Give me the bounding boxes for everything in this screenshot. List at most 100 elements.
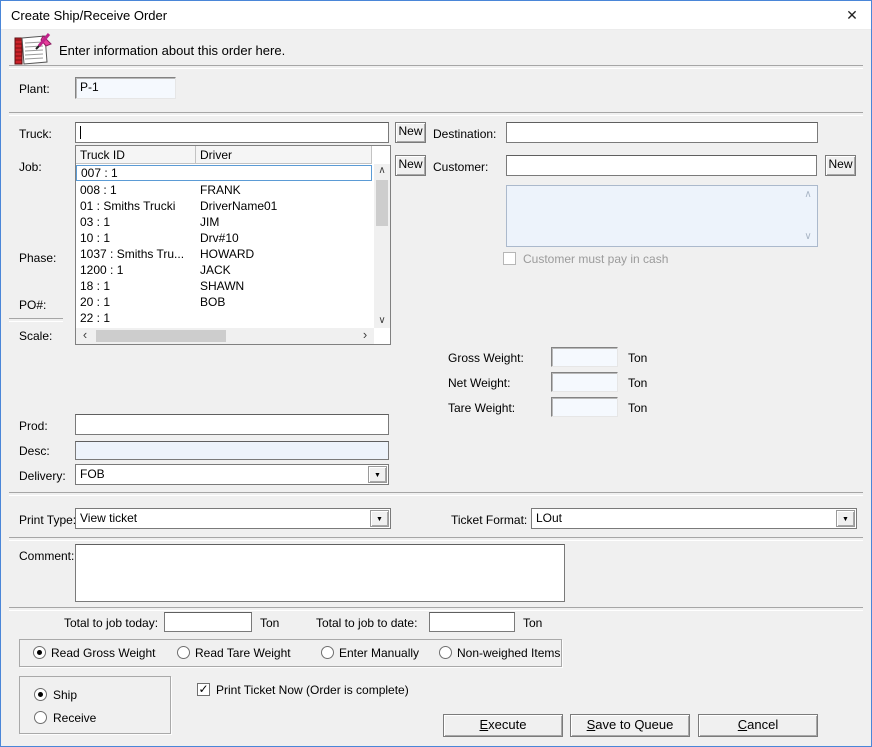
execute-button[interactable]: Execute — [443, 714, 563, 737]
customer-info-box: ∧ ∨ — [506, 185, 818, 247]
pay-cash-label: Customer must pay in cash — [523, 252, 668, 266]
scroll-up-icon[interactable]: ∧ — [374, 164, 390, 178]
print-ticket-now-checkbox[interactable]: ✓ — [197, 683, 210, 696]
ship-label: Ship — [53, 688, 77, 702]
truck-dropdown-list: Truck ID Driver 007 : 1 008 : 1FRANK 01 … — [75, 145, 391, 345]
plant-field[interactable]: P-1 — [75, 77, 176, 99]
separator — [9, 65, 863, 69]
print-ticket-now-label: Print Ticket Now (Order is complete) — [216, 683, 409, 697]
table-row[interactable]: 10 : 1Drv#10 — [76, 230, 372, 246]
column-header-truck-id[interactable]: Truck ID — [76, 146, 196, 164]
horizontal-scrollbar[interactable]: ‹ › — [76, 328, 374, 344]
table-row[interactable]: 008 : 1FRANK — [76, 182, 372, 198]
delivery-value: FOB — [80, 467, 368, 481]
prod-input[interactable] — [75, 414, 389, 435]
window-title: Create Ship/Receive Order — [11, 8, 167, 23]
delivery-label: Delivery: — [19, 469, 66, 483]
scale-label: Scale: — [19, 329, 52, 343]
table-row[interactable]: 22 : 1 — [76, 310, 372, 326]
plant-label: Plant: — [19, 82, 50, 96]
ship-radio[interactable] — [34, 688, 47, 701]
titlebar: Create Ship/Receive Order ✕ — [1, 1, 871, 30]
truck-label: Truck: — [19, 127, 52, 141]
receive-label: Receive — [53, 711, 96, 725]
pay-cash-checkbox[interactable] — [503, 252, 516, 265]
table-row[interactable]: 1200 : 1JACK — [76, 262, 372, 278]
read-gross-weight-radio[interactable] — [33, 646, 46, 659]
tare-weight-field[interactable] — [551, 397, 618, 417]
instruction-text: Enter information about this order here. — [59, 43, 285, 58]
enter-manually-label: Enter Manually — [339, 646, 419, 660]
scroll-down-icon[interactable]: ∨ — [801, 230, 815, 244]
separator — [9, 607, 863, 611]
print-type-label: Print Type: — [19, 513, 76, 527]
comment-textarea[interactable] — [75, 544, 565, 602]
receive-radio[interactable] — [34, 711, 47, 724]
cancel-button[interactable]: Cancel — [698, 714, 818, 737]
read-tare-weight-radio[interactable] — [177, 646, 190, 659]
ticket-format-combobox[interactable]: LOut ▼ — [531, 508, 857, 529]
enter-manually-radio[interactable] — [321, 646, 334, 659]
customer-label: Customer: — [433, 160, 488, 174]
ticket-format-value: LOut — [536, 511, 836, 525]
scroll-down-icon[interactable]: ∨ — [374, 314, 390, 328]
destination-label: Destination: — [433, 127, 496, 141]
vertical-scroll-thumb[interactable] — [376, 180, 388, 226]
horizontal-scroll-thumb[interactable] — [96, 330, 226, 342]
new-customer-button[interactable]: New — [825, 155, 856, 176]
close-icon[interactable]: ✕ — [841, 5, 863, 25]
read-gross-weight-label: Read Gross Weight — [51, 646, 156, 660]
prod-label: Prod: — [19, 419, 48, 433]
create-ship-receive-order-dialog: Create Ship/Receive Order ✕ Enter inform… — [0, 0, 872, 747]
table-row[interactable]: 1037 : Smiths Tru...HOWARD — [76, 246, 372, 262]
delivery-combobox[interactable]: FOB ▼ — [75, 464, 389, 485]
print-type-combobox[interactable]: View ticket ▼ — [75, 508, 391, 529]
scroll-right-icon[interactable]: › — [358, 328, 372, 342]
total-to-date-input[interactable] — [429, 612, 515, 632]
gross-weight-unit: Ton — [628, 351, 647, 365]
gross-weight-field[interactable] — [551, 347, 618, 367]
scroll-left-icon[interactable]: ‹ — [78, 328, 92, 342]
customer-input[interactable] — [506, 155, 817, 176]
desc-label: Desc: — [19, 444, 50, 458]
text-caret — [80, 126, 81, 139]
scroll-up-icon[interactable]: ∧ — [801, 188, 815, 202]
comment-label: Comment: — [19, 549, 74, 563]
destination-input[interactable] — [506, 122, 818, 143]
ticket-format-label: Ticket Format: — [451, 513, 527, 527]
vertical-scrollbar[interactable]: ∧ ∨ — [374, 164, 390, 328]
po-label: PO#: — [19, 298, 46, 312]
chevron-down-icon[interactable]: ▼ — [836, 510, 855, 527]
gross-weight-label: Gross Weight: — [448, 351, 524, 365]
print-type-value: View ticket — [80, 511, 370, 525]
phase-label: Phase: — [19, 251, 56, 265]
net-weight-unit: Ton — [628, 376, 647, 390]
table-row[interactable]: 20 : 1BOB — [76, 294, 372, 310]
total-to-date-label: Total to job to date: — [316, 616, 417, 630]
truck-input[interactable] — [75, 122, 389, 143]
new-job-button[interactable]: New — [395, 155, 426, 176]
order-note-icon — [13, 32, 53, 68]
separator — [9, 492, 863, 496]
total-today-input[interactable] — [164, 612, 252, 632]
chevron-down-icon[interactable]: ▼ — [370, 510, 389, 527]
new-truck-button[interactable]: New — [395, 122, 426, 143]
table-row[interactable]: 18 : 1SHAWN — [76, 278, 372, 294]
non-weighed-items-radio[interactable] — [439, 646, 452, 659]
table-row[interactable]: 01 : Smiths TruckiDriverName01 — [76, 198, 372, 214]
save-to-queue-button[interactable]: Save to Queue — [570, 714, 690, 737]
tare-weight-unit: Ton — [628, 401, 647, 415]
total-today-unit: Ton — [260, 616, 279, 630]
net-weight-field[interactable] — [551, 372, 618, 392]
net-weight-label: Net Weight: — [448, 376, 510, 390]
column-header-driver[interactable]: Driver — [196, 146, 372, 164]
chevron-down-icon[interactable]: ▼ — [368, 466, 387, 483]
desc-field — [75, 441, 389, 460]
table-row[interactable]: 007 : 1 — [76, 165, 372, 181]
plant-value: P-1 — [80, 80, 99, 94]
total-to-date-unit: Ton — [523, 616, 542, 630]
tare-weight-label: Tare Weight: — [448, 401, 515, 415]
non-weighed-items-label: Non-weighed Items — [457, 646, 560, 660]
separator — [9, 537, 863, 541]
table-row[interactable]: 03 : 1JIM — [76, 214, 372, 230]
